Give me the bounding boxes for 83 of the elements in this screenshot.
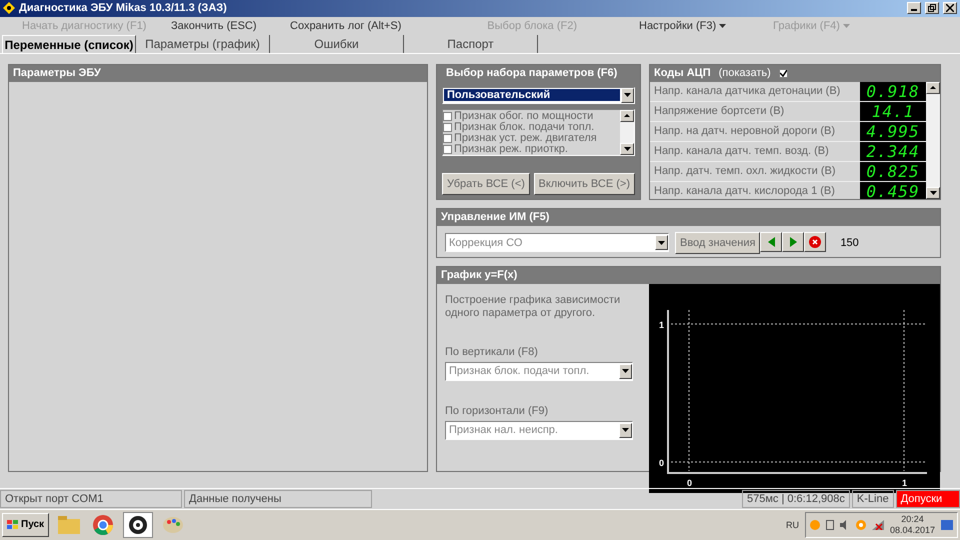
status-cell: 575мс | 0:6:12,908с: [742, 490, 850, 508]
cross-circle-icon: [809, 236, 822, 248]
x-tick-label: 0: [687, 478, 692, 488]
adc-name: Напряжение бортсети (В): [653, 104, 786, 120]
adc-reading: 0.918: [860, 82, 926, 101]
scroll-down-icon[interactable]: [926, 186, 940, 199]
value-reading: 150: [840, 236, 859, 249]
right-arrow-icon: [790, 236, 797, 247]
next-button[interactable]: [782, 232, 804, 252]
y-tick-label: 1: [659, 320, 664, 330]
adc-name: Напр. канала датч. темп. возд. (В): [653, 144, 830, 160]
checkbox[interactable]: [443, 112, 452, 121]
close-icon: [946, 4, 954, 12]
scroll-up-icon[interactable]: [620, 110, 634, 122]
menu-item[interactable]: Настройки (F3): [589, 20, 761, 32]
adc-name: Напр. на датч. неровной дороги (В): [653, 124, 836, 140]
desktop-icon[interactable]: [941, 520, 953, 530]
down-arrow-icon: [930, 190, 936, 195]
x-tick-label: 1: [902, 478, 908, 488]
field-label: По вертикали (F8): [445, 346, 539, 358]
menu-item[interactable]: Закончить (ESC): [159, 20, 278, 32]
battery-icon[interactable]: [826, 519, 834, 530]
panel-title: Коды АЦП: [654, 67, 711, 80]
checkbox[interactable]: [443, 122, 452, 132]
language-indicator[interactable]: RU: [786, 520, 799, 530]
vertical-axis-dropdown[interactable]: Признак блок. подачи топл.: [445, 362, 633, 381]
y-tick-label: 0: [659, 458, 664, 468]
restore-icon: [928, 4, 936, 12]
restore-button[interactable]: [925, 2, 939, 14]
dropdown-caret-icon: [842, 24, 850, 28]
adc-reading: 2.344: [860, 142, 926, 161]
description: Построение графика зависимости одного параметра от другого.: [445, 294, 622, 320]
show-checkbox[interactable]: [778, 68, 788, 78]
adc-reading: 14.1: [860, 102, 926, 121]
down-arrow-icon: [622, 428, 629, 432]
status-cell: Допуски: [896, 490, 960, 508]
down-arrow-icon: [624, 146, 630, 151]
parameter-item[interactable]: Признак уст. реж. двигателя: [443, 132, 620, 144]
menu-item[interactable]: Сохранить лог (Alt+S): [278, 20, 437, 32]
clock-date: 08.04.2017: [890, 524, 935, 536]
stop-button[interactable]: [804, 232, 826, 252]
adc-name: Напр. датч. темп. охл. жидкости (В): [653, 164, 836, 180]
windows-logo-icon: [7, 520, 19, 530]
status-cell: Данные получены: [184, 490, 372, 508]
down-arrow-icon: [624, 93, 631, 98]
parameter-set-dropdown[interactable]: Пользовательский: [442, 86, 635, 104]
panel-title: Управление ИМ (F5): [437, 208, 940, 226]
checkbox[interactable]: [443, 144, 452, 154]
previous-button[interactable]: [760, 232, 782, 252]
adc-reading: 0.825: [860, 162, 926, 181]
parameter-item[interactable]: Признак обог. по мощности: [443, 110, 620, 122]
app-icon: [3, 2, 15, 14]
start-button[interactable]: Пуск: [2, 512, 50, 537]
checkbox[interactable]: [443, 134, 452, 143]
adc-reading: 0.459: [860, 182, 926, 199]
close-button[interactable]: [943, 2, 957, 14]
adc-name: Напр. канала датч. кислорода 1 (В): [653, 184, 836, 199]
field-label: По горизонтали (F9): [445, 404, 550, 417]
parameter-item[interactable]: Признак блок. подачи топл.: [443, 122, 620, 133]
scroll-down-icon[interactable]: [620, 142, 634, 155]
network-icon[interactable]: [872, 520, 884, 530]
adc-name: Напр. канала датчика детонации (В): [653, 84, 842, 100]
adc-reading: 4.995: [860, 122, 926, 141]
actuator-dropdown[interactable]: Коррекция СО: [445, 233, 669, 252]
panel-title: График y=F(x): [437, 266, 940, 284]
down-arrow-icon: [622, 369, 629, 374]
minimize-button[interactable]: [907, 2, 921, 14]
enter-value-button[interactable]: Ввод значения: [675, 232, 760, 254]
left-arrow-icon: [768, 236, 775, 247]
down-arrow-icon: [658, 240, 665, 245]
status-cell: K-Line: [852, 490, 894, 508]
scroll-up-icon[interactable]: [926, 82, 940, 94]
tab[interactable]: Переменные (список): [2, 35, 136, 53]
status-cell: Открыт порт COM1: [0, 490, 182, 508]
dropdown-caret-icon: [719, 24, 726, 28]
horizontal-axis-dropdown[interactable]: Признак нал. неиспр.: [445, 420, 633, 440]
parameter-item[interactable]: Признак реж. приоткр.: [443, 144, 620, 155]
list-action-button[interactable]: Включить ВСЕ (>): [534, 172, 635, 195]
list-action-button[interactable]: Убрать ВСЕ (<): [442, 172, 530, 195]
panel-title: Параметры ЭБУ: [9, 64, 427, 82]
clock-time: 20:24: [901, 514, 924, 525]
window-title: Диагностика ЭБУ Mikas 10.3/11.3 (ЗАЗ): [19, 2, 228, 14]
show-label: (показать): [718, 67, 771, 80]
